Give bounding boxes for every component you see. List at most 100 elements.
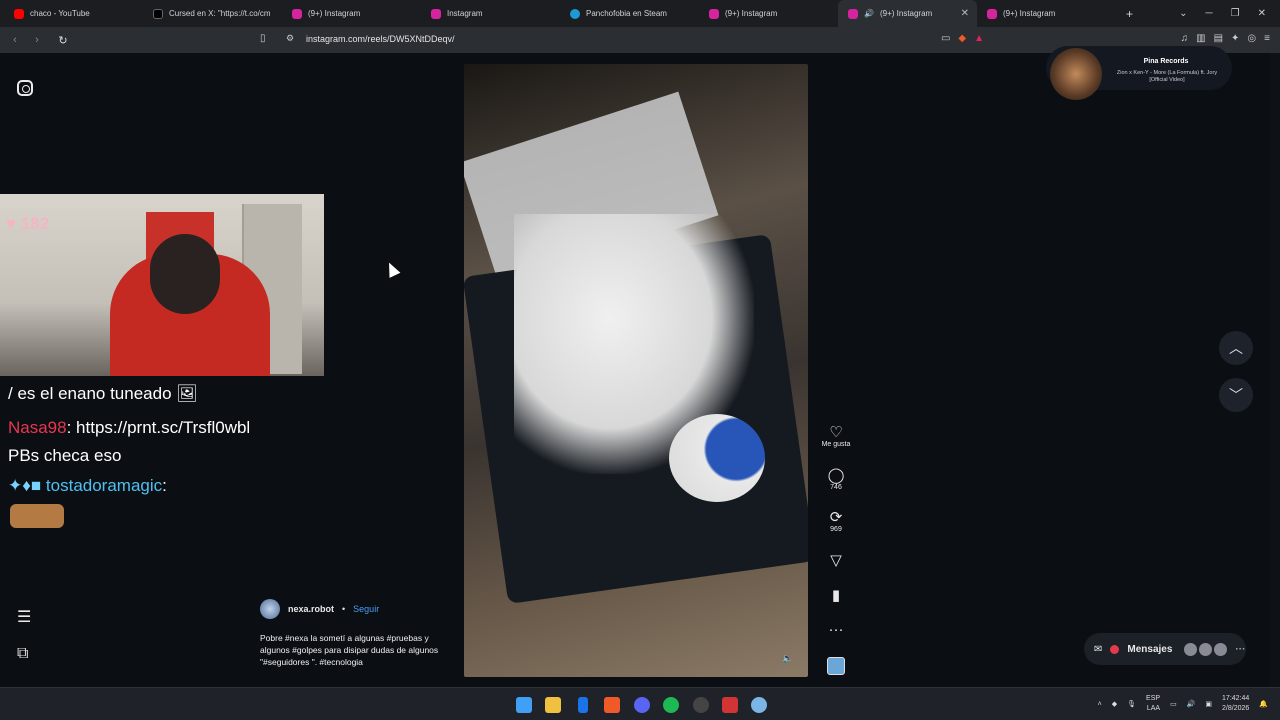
- chat-text: : https://prnt.sc/Trsfl0wbl: [66, 418, 251, 437]
- message-avatars: [1184, 642, 1228, 656]
- site-info-icon[interactable]: ⚙: [286, 33, 294, 44]
- instagram-icon: [848, 8, 858, 19]
- reel-video[interactable]: [464, 64, 808, 677]
- restore-icon[interactable]: ❐: [1231, 8, 1240, 19]
- leo-icon[interactable]: ✦: [1231, 33, 1239, 44]
- messages-button[interactable]: ✉ Mensajes ···: [1084, 633, 1246, 665]
- bookmark-icon[interactable]: ▯: [260, 33, 266, 44]
- sidebar-icon[interactable]: ▥: [1196, 33, 1205, 44]
- like-button[interactable]: ♡ Me gusta: [820, 425, 852, 449]
- plus-icon: +: [1126, 6, 1134, 21]
- repost-button[interactable]: ⟳ 969: [820, 509, 852, 534]
- brave-icon[interactable]: [604, 697, 620, 713]
- instagram-icon[interactable]: [17, 80, 33, 96]
- tray-app-icon[interactable]: ◆: [1112, 700, 1117, 708]
- tab-instagram-3[interactable]: (9+) Instagram: [699, 0, 838, 27]
- instagram-icon: [709, 8, 719, 19]
- cast-icon[interactable]: ▭: [941, 33, 950, 44]
- chat-text: / es el enano tuneado: [8, 384, 172, 403]
- player-title: Pina Records: [1143, 58, 1189, 65]
- toolbar-right-icons: ♫ ▥ ▤ ✦ ◎ ≡: [1181, 33, 1270, 44]
- chevron-down-icon[interactable]: ⌄: [1179, 8, 1187, 19]
- reel-author: nexa.robot • Seguir: [260, 599, 379, 619]
- window-controls: ⌄ ─ ❐ ✕: [1179, 0, 1280, 27]
- close-tab-icon[interactable]: ✕: [961, 8, 969, 19]
- tab-youtube[interactable]: chaco - YouTube: [4, 0, 143, 27]
- chat-line-2: Nasa98: https://prnt.sc/Trsfl0wbl: [8, 418, 250, 438]
- author-name[interactable]: nexa.robot: [288, 604, 334, 614]
- tab-strip: chaco - YouTube Cursed en X: "https://t.…: [0, 0, 1280, 27]
- badges-icon: ✦♦■: [8, 476, 42, 495]
- back-icon[interactable]: ‹: [8, 34, 22, 46]
- microphone-icon[interactable]: 🎙: [1127, 700, 1136, 708]
- ccleaner-icon[interactable]: [751, 697, 767, 713]
- music-icon[interactable]: ♫: [1181, 33, 1189, 44]
- brave-rewards-icon[interactable]: ▲: [974, 33, 984, 44]
- tab-instagram-active[interactable]: 🔊 (9+) Instagram ✕: [838, 0, 977, 27]
- chevron-down-icon: ﹀: [1229, 387, 1243, 403]
- repost-count: 969: [830, 526, 842, 533]
- minimize-icon[interactable]: ─: [1206, 8, 1213, 19]
- tab-steam[interactable]: Panchofobia en Steam: [560, 0, 699, 27]
- taskbar: ˄ ◆ 🎙 ESP LAA ▭ 🔊 ▣ 17:42:44 2/8/2026 🔔: [0, 687, 1280, 720]
- youtube-icon: [14, 8, 24, 19]
- chevron-up-icon[interactable]: ˄: [1098, 701, 1102, 708]
- close-window-icon[interactable]: ✕: [1258, 8, 1266, 19]
- tab-x[interactable]: Cursed en X: "https://t.co/cm: [143, 0, 282, 27]
- more-icon: ···: [828, 621, 844, 638]
- notifications-icon[interactable]: 🔔: [1259, 700, 1268, 708]
- more-button[interactable]: ···: [820, 622, 852, 638]
- album-art: [1050, 48, 1102, 100]
- recorder-icon[interactable]: [722, 697, 738, 713]
- windows-start-icon[interactable]: [516, 697, 532, 713]
- url-field[interactable]: instagram.com/reels/DW5XNtDDeqv/: [306, 34, 455, 44]
- wallet-icon[interactable]: ▤: [1214, 33, 1223, 44]
- messenger-icon: ✉: [1094, 643, 1103, 655]
- chat-user: tostadoramagic: [45, 476, 163, 495]
- streamer-head: [150, 234, 220, 314]
- brave-shield-icon[interactable]: ◆: [958, 33, 966, 44]
- audio-thumbnail[interactable]: [827, 657, 845, 675]
- save-button[interactable]: ▮: [820, 588, 852, 604]
- bing-icon[interactable]: [578, 697, 588, 713]
- share-button[interactable]: ▽: [820, 553, 852, 569]
- grid-icon[interactable]: ⧉: [17, 645, 28, 663]
- new-tab-button[interactable]: +: [1116, 0, 1156, 27]
- forward-icon[interactable]: ›: [30, 34, 44, 46]
- follow-button[interactable]: Seguir: [353, 604, 379, 614]
- comment-button[interactable]: ◯ 746: [820, 468, 852, 492]
- tab-label: (9+) Instagram: [1003, 9, 1056, 18]
- app-icon[interactable]: [693, 697, 709, 713]
- tab-instagram-4[interactable]: (9+) Instagram: [977, 0, 1116, 27]
- volume-icon[interactable]: 🔊: [1187, 700, 1196, 708]
- scrollbar[interactable]: [1270, 53, 1280, 687]
- repost-icon: ⟳: [829, 509, 843, 526]
- language-indicator[interactable]: ESP LAA: [1146, 694, 1160, 714]
- avatar[interactable]: [260, 599, 280, 619]
- hamburger-icon[interactable]: ☰: [17, 607, 31, 627]
- mute-icon[interactable]: 🔈: [782, 653, 793, 664]
- heart-count: 182: [20, 214, 50, 233]
- file-explorer-icon[interactable]: [545, 697, 561, 713]
- discord-icon[interactable]: [634, 697, 650, 713]
- instagram-icon: [431, 8, 441, 19]
- vpn-icon[interactable]: ◎: [1247, 33, 1256, 44]
- battery-icon[interactable]: ▣: [1205, 700, 1212, 708]
- next-reel-button[interactable]: ﹀: [1219, 378, 1253, 412]
- clock[interactable]: 17:42:44 2/8/2026: [1222, 694, 1249, 714]
- tab-instagram-1[interactable]: (9+) Instagram: [282, 0, 421, 27]
- chat-line-4: ✦♦■ tostadoramagic:: [8, 476, 167, 496]
- tab-instagram-2[interactable]: Instagram: [421, 0, 560, 27]
- tab-label: Panchofobia en Steam: [586, 9, 667, 18]
- date: 2/8/2026: [1222, 705, 1250, 712]
- spotify-icon[interactable]: [663, 697, 679, 713]
- player-subtitle: Zion x Ken-Y - More (La Formula) ft. Jor…: [1116, 70, 1218, 83]
- network-icon[interactable]: ▭: [1170, 700, 1177, 708]
- x-icon: [153, 8, 163, 19]
- region: LAA: [1146, 705, 1161, 712]
- menu-icon[interactable]: ≡: [1264, 33, 1270, 44]
- previous-reel-button[interactable]: ︿: [1219, 331, 1253, 365]
- reload-icon[interactable]: ↻: [56, 34, 70, 47]
- instagram-icon: [292, 8, 302, 19]
- mini-player[interactable]: Pina Records Zion x Ken-Y - More (La For…: [1046, 46, 1232, 100]
